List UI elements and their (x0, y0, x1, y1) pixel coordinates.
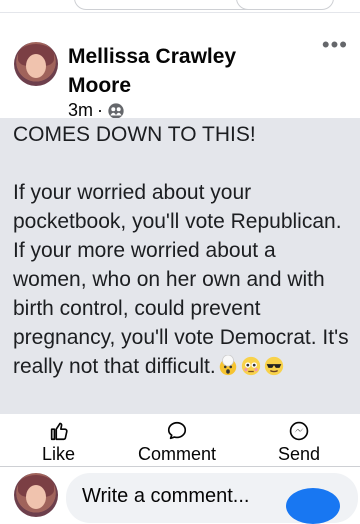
exploding-head-icon (217, 354, 239, 377)
comment-send-button[interactable] (286, 488, 340, 524)
like-icon (50, 422, 68, 441)
comment-button[interactable]: Comment (138, 420, 216, 465)
friends-icon[interactable] (107, 102, 125, 120)
previous-card-edge (0, 0, 360, 13)
post-actions: Like Comment Send (0, 414, 360, 467)
like-button[interactable]: Like (42, 420, 75, 465)
like-label: Like (42, 444, 76, 464)
more-icon[interactable]: ••• (322, 34, 348, 56)
messenger-icon (289, 421, 309, 441)
post-body: COMES DOWN TO THIS! If your worried abou… (0, 118, 360, 414)
comment-composer: Write a comment... (0, 467, 360, 524)
viewer-avatar[interactable] (14, 473, 58, 517)
post-header: Mellissa Crawley Moore 3m · ••• (0, 14, 360, 120)
avatar-face (26, 54, 46, 78)
viewer-avatar-face (26, 485, 46, 509)
author-name[interactable]: Mellissa Crawley Moore (68, 42, 298, 100)
send-label: Send (278, 444, 321, 464)
top-pill-right[interactable] (236, 0, 334, 10)
post-text-content: COMES DOWN TO THIS! If your worried abou… (13, 123, 349, 378)
post-text: COMES DOWN TO THIS! If your worried abou… (13, 120, 353, 381)
comment-label: Comment (138, 444, 217, 464)
comment-icon (167, 421, 187, 440)
sunglasses-face-icon (263, 355, 285, 377)
flushed-face-icon (240, 355, 262, 377)
send-button[interactable]: Send (278, 420, 320, 465)
author-avatar[interactable] (14, 42, 58, 86)
